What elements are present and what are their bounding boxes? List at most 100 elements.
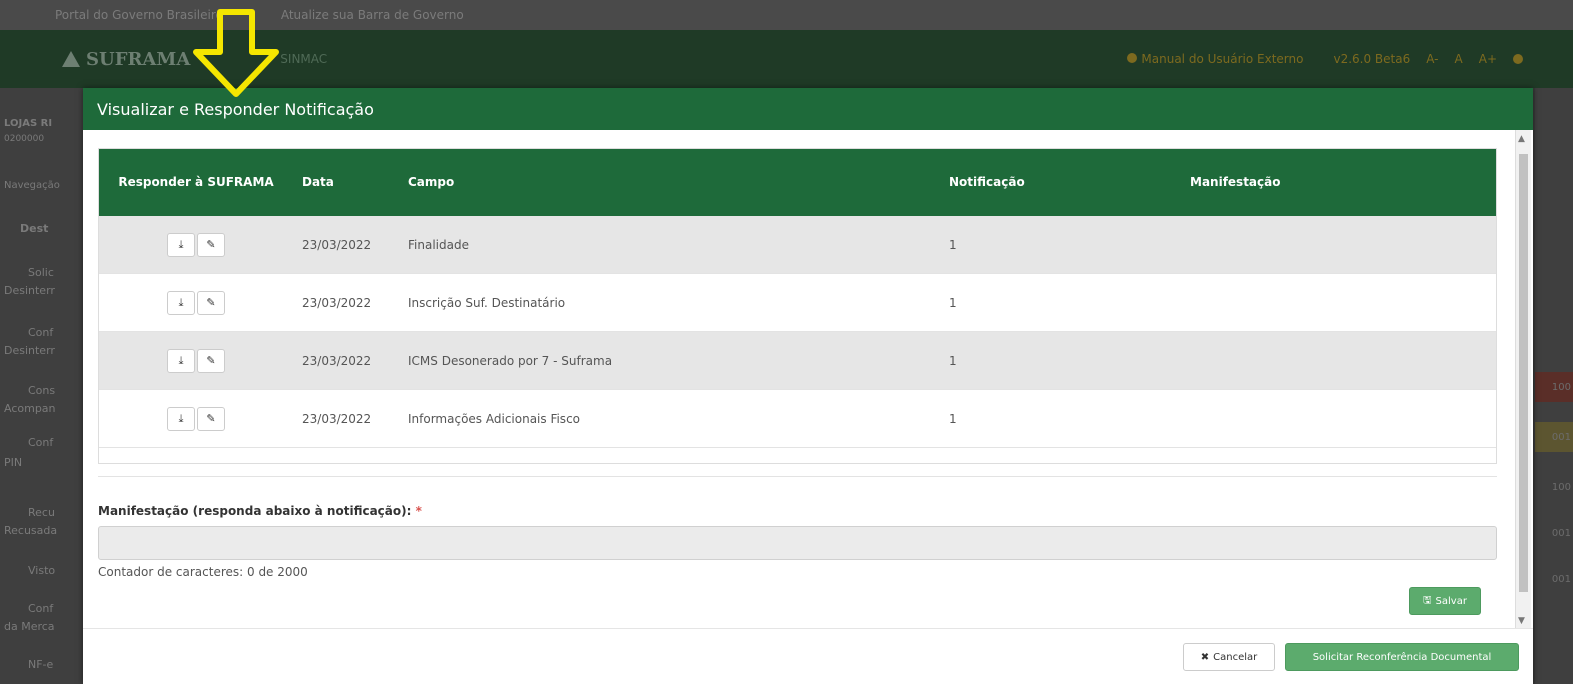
download-icon: ⤓: [178, 237, 184, 251]
close-icon: ✖: [1200, 651, 1210, 663]
scroll-up-icon[interactable]: ▲: [1518, 134, 1525, 144]
download-button[interactable]: ⤓: [167, 348, 195, 373]
row-actions: ⤓ ✎: [98, 273, 294, 332]
download-icon: ⤓: [178, 411, 184, 425]
cell-manifestacao: [1182, 273, 1497, 332]
logo-triangle-icon: [62, 51, 80, 67]
col-header-responder: Responder à SUFRAMA: [98, 148, 294, 216]
gov-bar-link-update[interactable]: Atualize sua Barra de Governo: [281, 8, 464, 22]
sidebar-item[interactable]: Conf: [28, 436, 53, 449]
subsystem-label: SINMAC: [280, 52, 328, 66]
table-row: ⤓ ✎ 23/03/2022 ICMS Desonerado por 7 - Su…: [98, 331, 1497, 390]
row-actions: ⤓ ✎: [98, 389, 294, 448]
cell-data: 23/03/2022: [294, 389, 400, 448]
modal-header: Visualizar e Responder Notificação: [83, 88, 1533, 130]
sidebar-item[interactable]: PIN: [4, 456, 22, 469]
table-row: ⤓ ✎ 23/03/2022 Finalidade 1: [98, 216, 1497, 274]
download-button[interactable]: ⤓: [167, 232, 195, 257]
char-counter: Contador de caracteres: 0 de 2000: [98, 565, 308, 579]
scroll-thumb[interactable]: [1519, 154, 1528, 592]
modal-body: Responder à SUFRAMA Data Campo Notificaç…: [83, 130, 1513, 628]
font-decrease-button[interactable]: A-: [1426, 52, 1438, 66]
table-padding-cell: [98, 447, 1497, 477]
cell-notificacao: 1: [941, 389, 1182, 448]
sidebar-item[interactable]: NF-e: [28, 658, 53, 671]
sidebar-item[interactable]: Recu: [28, 506, 55, 519]
table-header-row: Responder à SUFRAMA Data Campo Notificaç…: [98, 148, 1497, 216]
col-header-campo: Campo: [400, 148, 941, 216]
cancel-label: Cancelar: [1213, 651, 1258, 663]
edit-button[interactable]: ✎: [197, 348, 225, 373]
col-header-data: Data: [294, 148, 400, 216]
modal-title: Visualizar e Responder Notificação: [97, 99, 374, 119]
edit-icon: ✎: [206, 295, 216, 309]
sidebar: LOJAS RI 0200000 Navegação Dest Solic De…: [0, 88, 90, 684]
modal-footer: ✖ Cancelar Solicitar Reconferência Docum…: [83, 628, 1533, 684]
cell-notificacao: 1: [941, 331, 1182, 390]
edit-button[interactable]: ✎: [197, 406, 225, 431]
cell-campo: Informações Adicionais Fisco: [400, 389, 941, 448]
sidebar-item[interactable]: Desinterr: [4, 284, 55, 297]
sidebar-item[interactable]: Visto: [28, 564, 55, 577]
cell-manifestacao: [1182, 389, 1497, 448]
manifest-label-text: Manifestação (responda abaixo à notifica…: [98, 504, 412, 518]
edit-icon: ✎: [206, 237, 216, 251]
save-label: Salvar: [1435, 595, 1467, 607]
row-actions: ⤓ ✎: [98, 331, 294, 390]
download-icon: ⤓: [178, 353, 184, 367]
table-row: ⤓ ✎ 23/03/2022 Informações Adicionais Fis…: [98, 389, 1497, 448]
bg-chip: 001: [1551, 527, 1571, 539]
nav-label: Navegação: [4, 180, 60, 191]
modal-scrollbar[interactable]: ▲ ▼: [1515, 130, 1531, 628]
sidebar-item[interactable]: Cons: [28, 384, 55, 397]
sidebar-item[interactable]: Conf: [28, 602, 53, 615]
manifest-input[interactable]: [98, 526, 1497, 560]
table-padding-row: [98, 447, 1497, 477]
edit-icon: ✎: [206, 353, 216, 367]
cell-manifestacao: [1182, 216, 1497, 274]
table-row: ⤓ ✎ 23/03/2022 Inscrição Suf. Destinatári…: [98, 273, 1497, 332]
download-button[interactable]: ⤓: [167, 290, 195, 315]
sidebar-item[interactable]: Desinterr: [4, 344, 55, 357]
scroll-down-icon[interactable]: ▼: [1518, 616, 1525, 626]
sidebar-item[interactable]: Conf: [28, 326, 53, 339]
cell-campo: ICMS Desonerado por 7 - Suframa: [400, 331, 941, 390]
bg-chip: 100: [1535, 372, 1573, 402]
save-button[interactable]: 🖫 Salvar: [1409, 587, 1481, 615]
contrast-icon[interactable]: [1513, 54, 1523, 64]
cell-notificacao: 1: [941, 216, 1182, 274]
cell-manifestacao: [1182, 331, 1497, 390]
logo-text: SUFRAMA: [86, 48, 191, 70]
required-mark: *: [415, 504, 422, 518]
bg-chip: 001: [1535, 422, 1573, 452]
font-normal-button[interactable]: A: [1455, 52, 1463, 66]
font-increase-button[interactable]: A+: [1479, 52, 1497, 66]
sidebar-item[interactable]: Recusada: [4, 524, 57, 537]
cell-notificacao: 1: [941, 273, 1182, 332]
manual-link[interactable]: Manual do Usuário Externo: [1127, 52, 1303, 66]
header-tools: Manual do Usuário Externo v2.6.0 Beta6 A…: [1127, 30, 1573, 88]
bg-chip: 100: [1551, 481, 1571, 493]
col-header-manifestacao: Manifestação: [1182, 148, 1497, 216]
down-arrow-annotation-icon: [193, 9, 279, 97]
request-reconference-button[interactable]: Solicitar Reconferência Documental: [1285, 643, 1519, 671]
version-label: v2.6.0 Beta6: [1333, 52, 1411, 66]
download-icon: ⤓: [178, 295, 184, 309]
edit-button[interactable]: ✎: [197, 290, 225, 315]
col-header-notificacao: Notificação: [941, 148, 1182, 216]
bg-chip: 001: [1551, 573, 1571, 585]
cell-campo: Finalidade: [400, 216, 941, 274]
edit-button[interactable]: ✎: [197, 232, 225, 257]
cancel-button[interactable]: ✖ Cancelar: [1183, 643, 1275, 671]
sidebar-item[interactable]: Acompan: [4, 402, 56, 415]
sidebar-item[interactable]: da Merca: [4, 620, 55, 633]
download-button[interactable]: ⤓: [167, 406, 195, 431]
notification-table: Responder à SUFRAMA Data Campo Notificaç…: [98, 148, 1497, 477]
cell-data: 23/03/2022: [294, 216, 400, 274]
edit-icon: ✎: [206, 411, 216, 425]
sidebar-item[interactable]: Solic: [28, 266, 54, 279]
sidebar-item-dest[interactable]: Dest: [20, 222, 48, 235]
info-icon: [1127, 53, 1138, 63]
suframa-logo[interactable]: SUFRAMA: [62, 49, 190, 70]
notification-modal: Visualizar e Responder Notificação Respo…: [83, 88, 1533, 684]
